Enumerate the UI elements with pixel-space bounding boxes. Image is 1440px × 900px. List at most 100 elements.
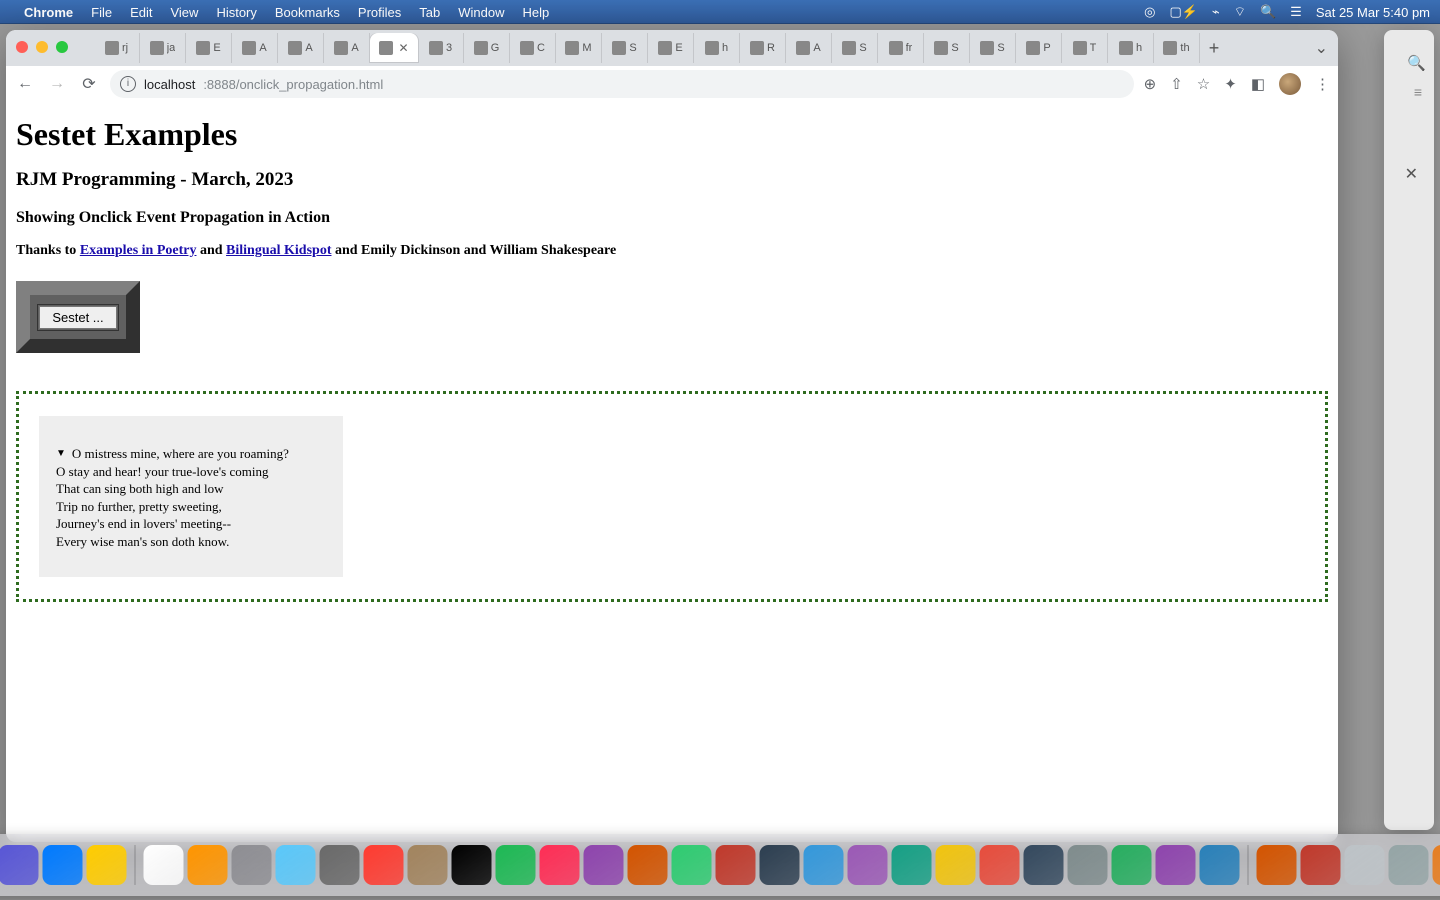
dock-app-icon[interactable] [672, 845, 712, 885]
new-tab-button[interactable]: + [1200, 34, 1228, 62]
sestet-button[interactable]: Sestet ... [39, 306, 116, 329]
menubar-profiles[interactable]: Profiles [358, 5, 401, 20]
menubar-edit[interactable]: Edit [130, 5, 152, 20]
sestet-bevel-box[interactable]: Sestet ... [16, 281, 140, 353]
menubar-help[interactable]: Help [523, 5, 550, 20]
dock-app-icon[interactable] [584, 845, 624, 885]
poem-card[interactable]: ▼ O mistress mine, where are you roaming… [39, 416, 343, 577]
tab-active[interactable]: ✕ [370, 33, 418, 63]
extensions-icon[interactable]: ✦ [1224, 75, 1237, 93]
menubar-view[interactable]: View [170, 5, 198, 20]
nav-forward-button[interactable]: → [46, 75, 68, 93]
dock-app-icon[interactable] [1389, 845, 1429, 885]
tab[interactable]: th [1154, 33, 1200, 63]
tab[interactable]: h [1108, 33, 1154, 63]
tab[interactable]: A [232, 33, 278, 63]
tab[interactable]: ja [140, 33, 186, 63]
sidepanel-icon[interactable]: ◧ [1251, 75, 1265, 93]
spotlight-icon[interactable]: 🔍 [1260, 4, 1276, 20]
dock-app-icon[interactable] [276, 845, 316, 885]
tab[interactable]: S [970, 33, 1016, 63]
dock-app-icon[interactable] [1112, 845, 1152, 885]
bgwin-close-icon[interactable]: ✕ [1405, 164, 1418, 184]
dock-app-icon[interactable] [496, 845, 536, 885]
dock-app-icon[interactable] [1345, 845, 1385, 885]
dock-app-icon[interactable] [452, 845, 492, 885]
bgwin-search-icon[interactable]: 🔍 [1407, 54, 1426, 72]
dock-app-icon[interactable] [364, 845, 404, 885]
dock-app-icon[interactable] [408, 845, 448, 885]
dock-app-icon[interactable] [892, 845, 932, 885]
tab[interactable]: G [464, 33, 510, 63]
tab[interactable]: S [602, 33, 648, 63]
tab[interactable]: T [1062, 33, 1108, 63]
window-minimize-button[interactable] [36, 41, 48, 53]
chrome-menu-icon[interactable]: ⋮ [1315, 75, 1330, 93]
tab[interactable]: S [924, 33, 970, 63]
bgwin-lines-icon[interactable]: ≡ [1414, 84, 1422, 100]
nav-back-button[interactable]: ← [14, 75, 36, 93]
menubar-tab[interactable]: Tab [419, 5, 440, 20]
dock-app-icon[interactable] [848, 845, 888, 885]
tab[interactable]: rj [94, 33, 140, 63]
menubar-app[interactable]: Chrome [24, 5, 73, 20]
disclosure-triangle-icon[interactable]: ▼ [56, 447, 66, 461]
dock-app-icon[interactable] [1024, 845, 1064, 885]
menubar-window[interactable]: Window [458, 5, 504, 20]
tab[interactable]: A [786, 33, 832, 63]
tab[interactable]: A [324, 33, 370, 63]
dock-app-icon[interactable] [1433, 845, 1440, 885]
screenrec-icon[interactable]: ◎ [1144, 4, 1155, 20]
dock-app-icon[interactable] [716, 845, 756, 885]
dock-app-icon[interactable] [936, 845, 976, 885]
address-bar[interactable]: i localhost:8888/onclick_propagation.htm… [110, 70, 1134, 98]
dock-app-icon[interactable] [1200, 845, 1240, 885]
dock-app-icon[interactable] [540, 845, 580, 885]
install-icon[interactable]: ⇧ [1170, 75, 1183, 93]
menubar-clock[interactable]: Sat 25 Mar 5:40 pm [1316, 5, 1430, 20]
dock-app-icon[interactable] [188, 845, 228, 885]
site-info-icon[interactable]: i [120, 76, 136, 92]
bookmark-star-icon[interactable]: ☆ [1197, 75, 1210, 93]
tab[interactable]: A [278, 33, 324, 63]
dock-app-icon[interactable] [1301, 845, 1341, 885]
dock-app-icon[interactable] [144, 845, 184, 885]
tab[interactable]: C [510, 33, 556, 63]
tab[interactable]: S [832, 33, 878, 63]
window-close-button[interactable] [16, 41, 28, 53]
tab[interactable]: fr [878, 33, 924, 63]
dock-app-icon[interactable] [232, 845, 272, 885]
dock-app-icon[interactable] [1068, 845, 1108, 885]
dock-app-icon[interactable] [43, 845, 83, 885]
tab[interactable]: h [694, 33, 740, 63]
bluetooth-icon[interactable]: ⌁ [1212, 4, 1220, 20]
tab-overflow-button[interactable]: ⌄ [1315, 38, 1328, 58]
dock-app-icon[interactable] [0, 845, 39, 885]
tab[interactable]: P [1016, 33, 1062, 63]
dock-app-icon[interactable] [980, 845, 1020, 885]
tab-close-icon[interactable]: ✕ [398, 41, 408, 55]
tab[interactable]: R [740, 33, 786, 63]
dock-app-icon[interactable] [1257, 845, 1297, 885]
menubar-bookmarks[interactable]: Bookmarks [275, 5, 340, 20]
menubar-file[interactable]: File [91, 5, 112, 20]
battery-icon[interactable]: ▢⚡ [1169, 4, 1197, 20]
control-center-icon[interactable]: ☰ [1290, 4, 1302, 20]
link-examples-in-poetry[interactable]: Examples in Poetry [80, 243, 197, 258]
dock-app-icon[interactable] [804, 845, 844, 885]
dock-app-icon[interactable] [760, 845, 800, 885]
link-bilingual-kidspot[interactable]: Bilingual Kidspot [226, 243, 331, 258]
dock-app-icon[interactable] [1156, 845, 1196, 885]
wifi-icon[interactable]: ⌔ [1234, 4, 1246, 20]
tab[interactable]: E [186, 33, 232, 63]
zoom-icon[interactable]: ⊕ [1144, 75, 1157, 93]
profile-avatar[interactable] [1279, 73, 1301, 95]
tab[interactable]: 3 [418, 33, 464, 63]
menubar-history[interactable]: History [216, 5, 256, 20]
tab[interactable]: M [556, 33, 602, 63]
dock-app-icon[interactable] [320, 845, 360, 885]
dock-app-icon[interactable] [628, 845, 668, 885]
dock-app-icon[interactable] [87, 845, 127, 885]
tab[interactable]: E [648, 33, 694, 63]
window-zoom-button[interactable] [56, 41, 68, 53]
